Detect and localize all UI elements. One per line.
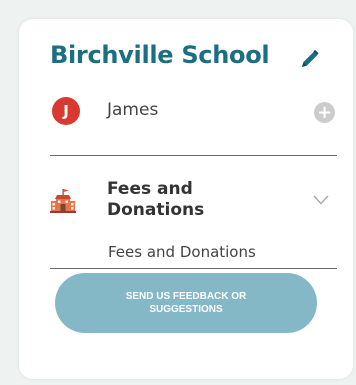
- school-building-icon: [50, 189, 76, 213]
- user-name: James: [107, 100, 159, 120]
- fees-section-header[interactable]: Fees and Donations: [50, 179, 340, 229]
- plus-icon[interactable]: +: [314, 102, 335, 123]
- fees-and-donations-link[interactable]: Fees and Donations: [108, 243, 256, 261]
- divider: [50, 155, 337, 156]
- school-card: Birchville School J James + Fees and Don…: [19, 19, 353, 379]
- user-row[interactable]: J James +: [52, 97, 342, 129]
- section-title: Fees and Donations: [107, 179, 205, 220]
- avatar: J: [52, 97, 80, 125]
- chevron-down-icon[interactable]: [313, 194, 329, 206]
- pencil-icon[interactable]: [299, 48, 321, 70]
- send-feedback-button[interactable]: SEND US FEEDBACK OR SUGGESTIONS: [55, 273, 317, 333]
- school-title: Birchville School: [50, 41, 270, 69]
- divider: [50, 268, 337, 269]
